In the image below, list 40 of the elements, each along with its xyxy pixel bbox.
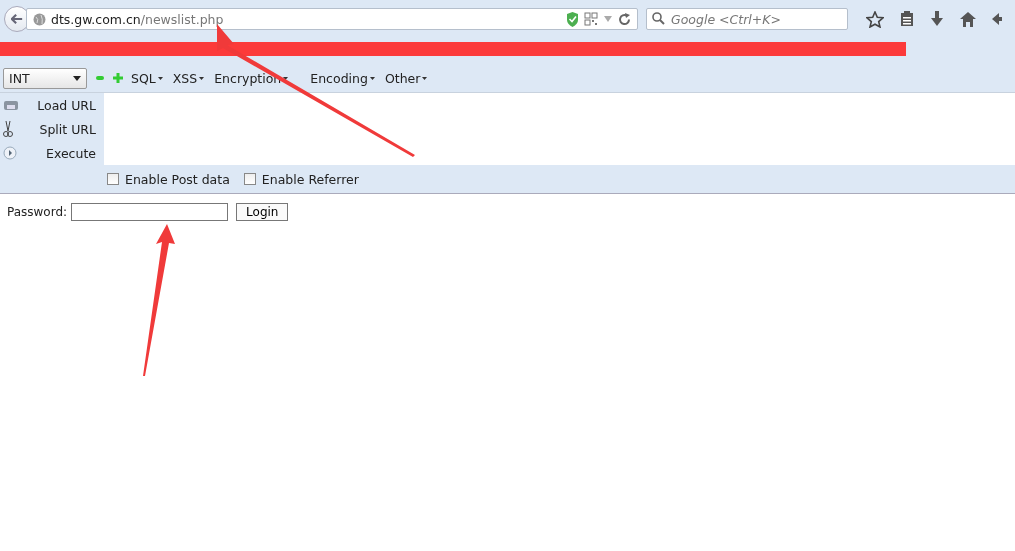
type-select[interactable]: INT — [3, 67, 87, 89]
caret-icon — [157, 76, 163, 80]
caret-icon — [283, 76, 289, 80]
download-icon[interactable] — [930, 11, 944, 27]
globe-icon — [33, 12, 46, 26]
menu-item[interactable]: Encoding — [310, 70, 375, 86]
reload-icon[interactable] — [618, 12, 631, 26]
split-button[interactable]: Split URL — [0, 117, 104, 141]
password-label: Password: — [7, 205, 68, 219]
caret-icon — [369, 76, 375, 80]
arrow-icon[interactable] — [992, 12, 1002, 26]
dropdown-icon[interactable] — [603, 15, 613, 23]
printer-icon — [3, 98, 19, 112]
password-field[interactable] — [71, 203, 229, 221]
checkbox-label: Enable Post data — [125, 171, 230, 187]
clipboard-icon[interactable] — [900, 11, 914, 27]
caret-icon — [199, 76, 205, 80]
caret-icon — [73, 75, 81, 81]
checkbox[interactable] — [107, 173, 119, 185]
scissors-icon — [3, 120, 13, 138]
load-button[interactable]: Load URL — [0, 93, 104, 117]
star-icon[interactable] — [866, 10, 884, 28]
home-icon[interactable] — [960, 11, 976, 27]
checkbox-label: Enable Referrer — [261, 171, 359, 187]
checkbox[interactable] — [243, 173, 256, 185]
menu-item[interactable]: Other — [384, 70, 428, 86]
url-path: /newslist.php — [140, 11, 224, 27]
play-icon — [3, 146, 17, 160]
url-host: dts.gw.com.cn — [51, 11, 141, 27]
menu-item[interactable]: XSS — [172, 70, 205, 86]
menu-item[interactable]: Encryption — [214, 70, 289, 86]
shield-icon — [566, 11, 579, 27]
address-bar[interactable]: dts.gw.com.cn/newslist.php — [26, 8, 638, 30]
qr-code-icon[interactable] — [584, 12, 598, 26]
back-arrow-icon — [11, 13, 23, 25]
caret-icon — [422, 76, 428, 80]
execute-button[interactable]: Execute — [0, 141, 104, 165]
login-button[interactable]: Login — [236, 203, 289, 221]
search-field[interactable]: Google <Ctrl+K> — [646, 8, 848, 30]
menu-item[interactable]: SQL — [131, 70, 163, 86]
